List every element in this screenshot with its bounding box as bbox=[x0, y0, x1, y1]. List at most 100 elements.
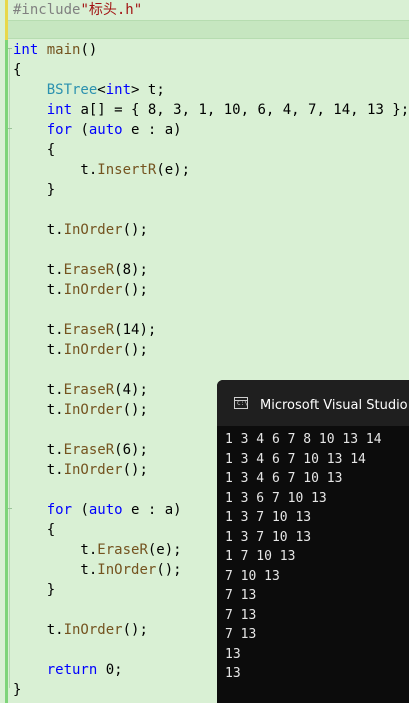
code-token: t. bbox=[13, 342, 64, 358]
code-line[interactable]: int a[] = { 8, 3, 1, 10, 6, 4, 7, 14, 13… bbox=[13, 100, 409, 120]
code-token: int bbox=[105, 82, 132, 98]
console-titlebar[interactable]: C:\ Microsoft Visual Studio 调 bbox=[217, 380, 409, 426]
code-token: EraseR bbox=[63, 382, 115, 398]
code-token: t. bbox=[13, 442, 64, 458]
code-token: t. bbox=[13, 382, 64, 398]
console-output-line: 1 3 7 10 13 bbox=[225, 529, 312, 545]
console-output-line: 1 3 4 6 7 10 13 14 bbox=[225, 451, 366, 467]
console-output-line: 13 bbox=[225, 646, 241, 662]
code-line[interactable]: BSTree<int> t; bbox=[13, 80, 165, 100]
code-token: { bbox=[13, 142, 56, 158]
code-line[interactable]: t.InOrder(); bbox=[13, 620, 148, 640]
code-token: InOrder bbox=[63, 222, 123, 238]
code-token: InOrder bbox=[63, 462, 123, 478]
code-token: (); bbox=[122, 462, 148, 478]
code-token: (e); bbox=[156, 162, 191, 178]
code-line[interactable]: t.EraseR(14); bbox=[13, 320, 157, 340]
fold-marker[interactable] bbox=[8, 508, 12, 509]
code-token: } bbox=[13, 682, 22, 698]
code-line[interactable]: t.InsertR(e); bbox=[13, 160, 190, 180]
code-token: InsertR bbox=[97, 162, 157, 178]
code-token: return bbox=[46, 662, 98, 678]
code-token: () bbox=[80, 42, 98, 58]
code-token: > t; bbox=[131, 82, 165, 98]
console-output-line: 13 bbox=[225, 666, 241, 681]
code-line[interactable]: t.InOrder(); bbox=[13, 280, 148, 300]
fold-guide bbox=[9, 48, 10, 688]
code-token: main bbox=[46, 42, 81, 58]
code-line[interactable]: return 0; bbox=[13, 660, 123, 680]
code-line[interactable]: t.InOrder(); bbox=[13, 560, 181, 580]
fold-marker[interactable] bbox=[8, 128, 12, 129]
code-token: } bbox=[13, 582, 56, 598]
code-line[interactable]: } bbox=[13, 680, 21, 700]
code-token: t. bbox=[13, 162, 98, 178]
code-token: InOrder bbox=[63, 342, 123, 358]
code-token: (); bbox=[122, 622, 148, 638]
code-line[interactable]: { bbox=[13, 60, 21, 80]
code-token: (); bbox=[122, 402, 148, 418]
code-token: e : a) bbox=[122, 502, 182, 518]
code-token: #include bbox=[13, 2, 81, 18]
code-token: t. bbox=[13, 462, 64, 478]
code-line[interactable]: t.EraseR(4); bbox=[13, 380, 148, 400]
code-token: t. bbox=[13, 622, 64, 638]
code-token: t. bbox=[13, 542, 98, 558]
console-output-line: 1 3 4 6 7 10 13 bbox=[225, 471, 343, 486]
code-token: { bbox=[13, 522, 56, 538]
console-window[interactable]: C:\ Microsoft Visual Studio 调 1 3 4 6 7 … bbox=[217, 380, 409, 703]
code-line[interactable]: for (auto e : a) bbox=[13, 120, 182, 140]
code-line[interactable]: { bbox=[13, 520, 55, 540]
code-token: t. bbox=[13, 222, 64, 238]
console-output-line: 7 13 bbox=[225, 588, 257, 603]
console-output-line: 7 10 13 bbox=[225, 568, 280, 584]
code-line[interactable]: t.InOrder(); bbox=[13, 460, 148, 480]
code-line[interactable]: t.InOrder(); bbox=[13, 220, 148, 240]
code-token: t. bbox=[13, 262, 64, 278]
console-app-icon: C:\ bbox=[234, 397, 248, 409]
fold-marker[interactable] bbox=[8, 48, 12, 49]
console-output-line: 7 13 bbox=[225, 627, 257, 642]
code-token: InOrder bbox=[63, 402, 123, 418]
code-token: (); bbox=[122, 342, 148, 358]
code-token: InOrder bbox=[97, 562, 157, 578]
code-line[interactable]: t.InOrder(); bbox=[13, 400, 148, 420]
console-output-line: 1 3 6 7 10 13 bbox=[225, 490, 327, 506]
code-token: for bbox=[46, 122, 73, 138]
code-token: (4); bbox=[114, 382, 148, 398]
code-token: t. bbox=[13, 282, 64, 298]
code-line[interactable]: { bbox=[13, 140, 55, 160]
code-line[interactable]: int main() bbox=[13, 40, 97, 60]
code-token: e : a) bbox=[122, 122, 182, 138]
code-token: auto bbox=[88, 122, 123, 138]
code-token: } bbox=[13, 182, 56, 198]
code-token: t. bbox=[13, 402, 64, 418]
code-line[interactable]: t.EraseR(e); bbox=[13, 540, 182, 560]
code-line[interactable]: t.EraseR(6); bbox=[13, 440, 148, 460]
code-line[interactable]: } bbox=[13, 580, 55, 600]
code-token: EraseR bbox=[63, 322, 115, 338]
code-token: BSTree bbox=[46, 82, 98, 98]
code-token: < bbox=[97, 82, 106, 98]
code-token: EraseR bbox=[63, 442, 115, 458]
change-indicator bbox=[5, 40, 8, 703]
code-token: ( bbox=[72, 502, 89, 518]
code-line[interactable]: for (auto e : a) bbox=[13, 500, 182, 520]
code-line[interactable]: t.EraseR(8); bbox=[13, 260, 148, 280]
code-line[interactable]: t.InOrder(); bbox=[13, 340, 148, 360]
console-output-line: 7 13 bbox=[225, 607, 257, 623]
code-token: EraseR bbox=[97, 542, 148, 558]
code-token: a[] = { 8, 3, 1, 10, 6, 4, 7, 14, 13 }; bbox=[72, 102, 409, 118]
code-token: ( bbox=[72, 122, 89, 138]
console-output-line: 1 3 7 10 13 bbox=[225, 510, 312, 525]
code-token: t. bbox=[13, 562, 98, 578]
code-line[interactable]: } bbox=[13, 180, 55, 200]
code-token: (e); bbox=[147, 542, 182, 558]
code-line[interactable]: #include"标头.h" bbox=[13, 0, 142, 20]
console-output-line: 1 7 10 13 bbox=[225, 549, 296, 564]
